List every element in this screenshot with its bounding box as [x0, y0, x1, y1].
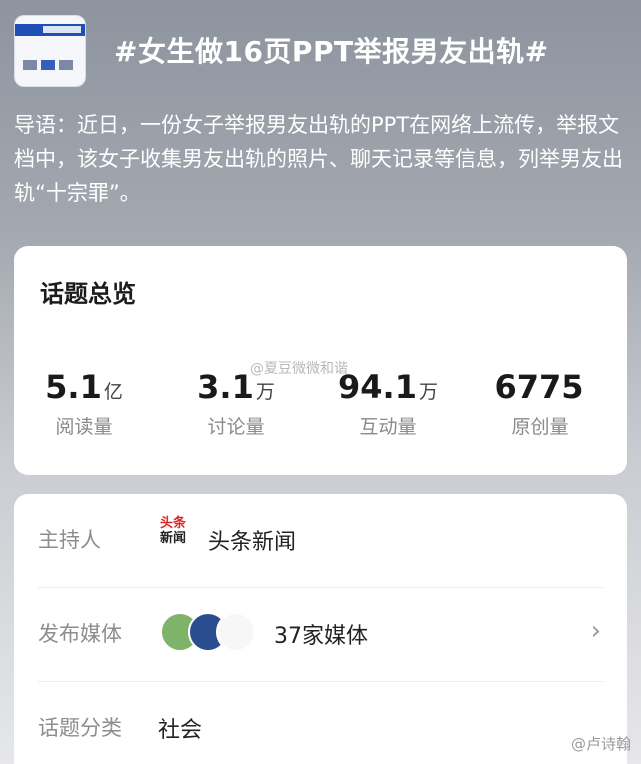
- stat-number: 3.1: [197, 368, 254, 406]
- stat-number: 5.1: [45, 368, 102, 406]
- host-row[interactable]: 主持人 头条 新闻 头条新闻: [38, 494, 603, 588]
- chevron-right-icon[interactable]: ›: [591, 616, 601, 646]
- topic-title: #女生做16页PPT举报男友出轨#: [114, 35, 549, 68]
- stat-label: 讨论量: [207, 416, 265, 438]
- weibo-watermark-bottom: @卢诗翰: [570, 735, 631, 753]
- category-value: 社会: [158, 718, 203, 743]
- media-avatar: [216, 612, 256, 652]
- stat-label: 阅读量: [55, 416, 113, 438]
- stat-unit: 万: [418, 381, 438, 403]
- stat-label: 互动量: [359, 416, 417, 438]
- stat-original-count: 6775 原创量: [470, 368, 610, 439]
- topic-info-card: 主持人 头条 新闻 头条新闻 发布媒体 37家媒体 › 话题分类 社会: [14, 494, 627, 764]
- stat-number: 6775: [494, 368, 584, 406]
- topic-header: #女生做16页PPT举报男友出轨#: [0, 0, 641, 105]
- stat-unit: 万: [255, 381, 275, 403]
- cover-banner-text: [43, 26, 81, 33]
- overview-card: 话题总览 @夏豆微微和谐 5.1 亿 阅读量 3.1 万 讨论量 94.1 万 互动量…: [14, 246, 627, 475]
- topic-cover-image[interactable]: [14, 15, 86, 87]
- category-row: 话题分类 社会: [38, 682, 603, 764]
- stat-interaction-count: 94.1 万 互动量: [318, 368, 458, 439]
- host-name[interactable]: 头条新闻: [208, 524, 296, 556]
- media-label: 发布媒体: [38, 622, 122, 646]
- overview-title: 话题总览: [40, 280, 136, 308]
- media-count: 37家媒体: [274, 624, 368, 649]
- stat-discussion-count: 3.1 万 讨论量: [166, 368, 306, 439]
- topic-intro: 导语：近日，一份女子举报男友出轨的PPT在网络上流传，举报文档中，该女子收集男友…: [14, 113, 623, 205]
- toutiao-news-logo: 头条 新闻: [160, 516, 187, 546]
- media-avatars: [160, 612, 256, 652]
- host-label: 主持人: [38, 528, 101, 552]
- cover-slide-row: [23, 60, 73, 80]
- stat-number: 94.1: [338, 368, 417, 406]
- category-label: 话题分类: [38, 716, 122, 740]
- stat-read-count: 5.1 亿 阅读量: [14, 368, 154, 439]
- stat-label: 原创量: [511, 416, 569, 438]
- stat-unit: 亿: [103, 381, 123, 403]
- media-row[interactable]: 发布媒体 37家媒体 ›: [38, 588, 603, 682]
